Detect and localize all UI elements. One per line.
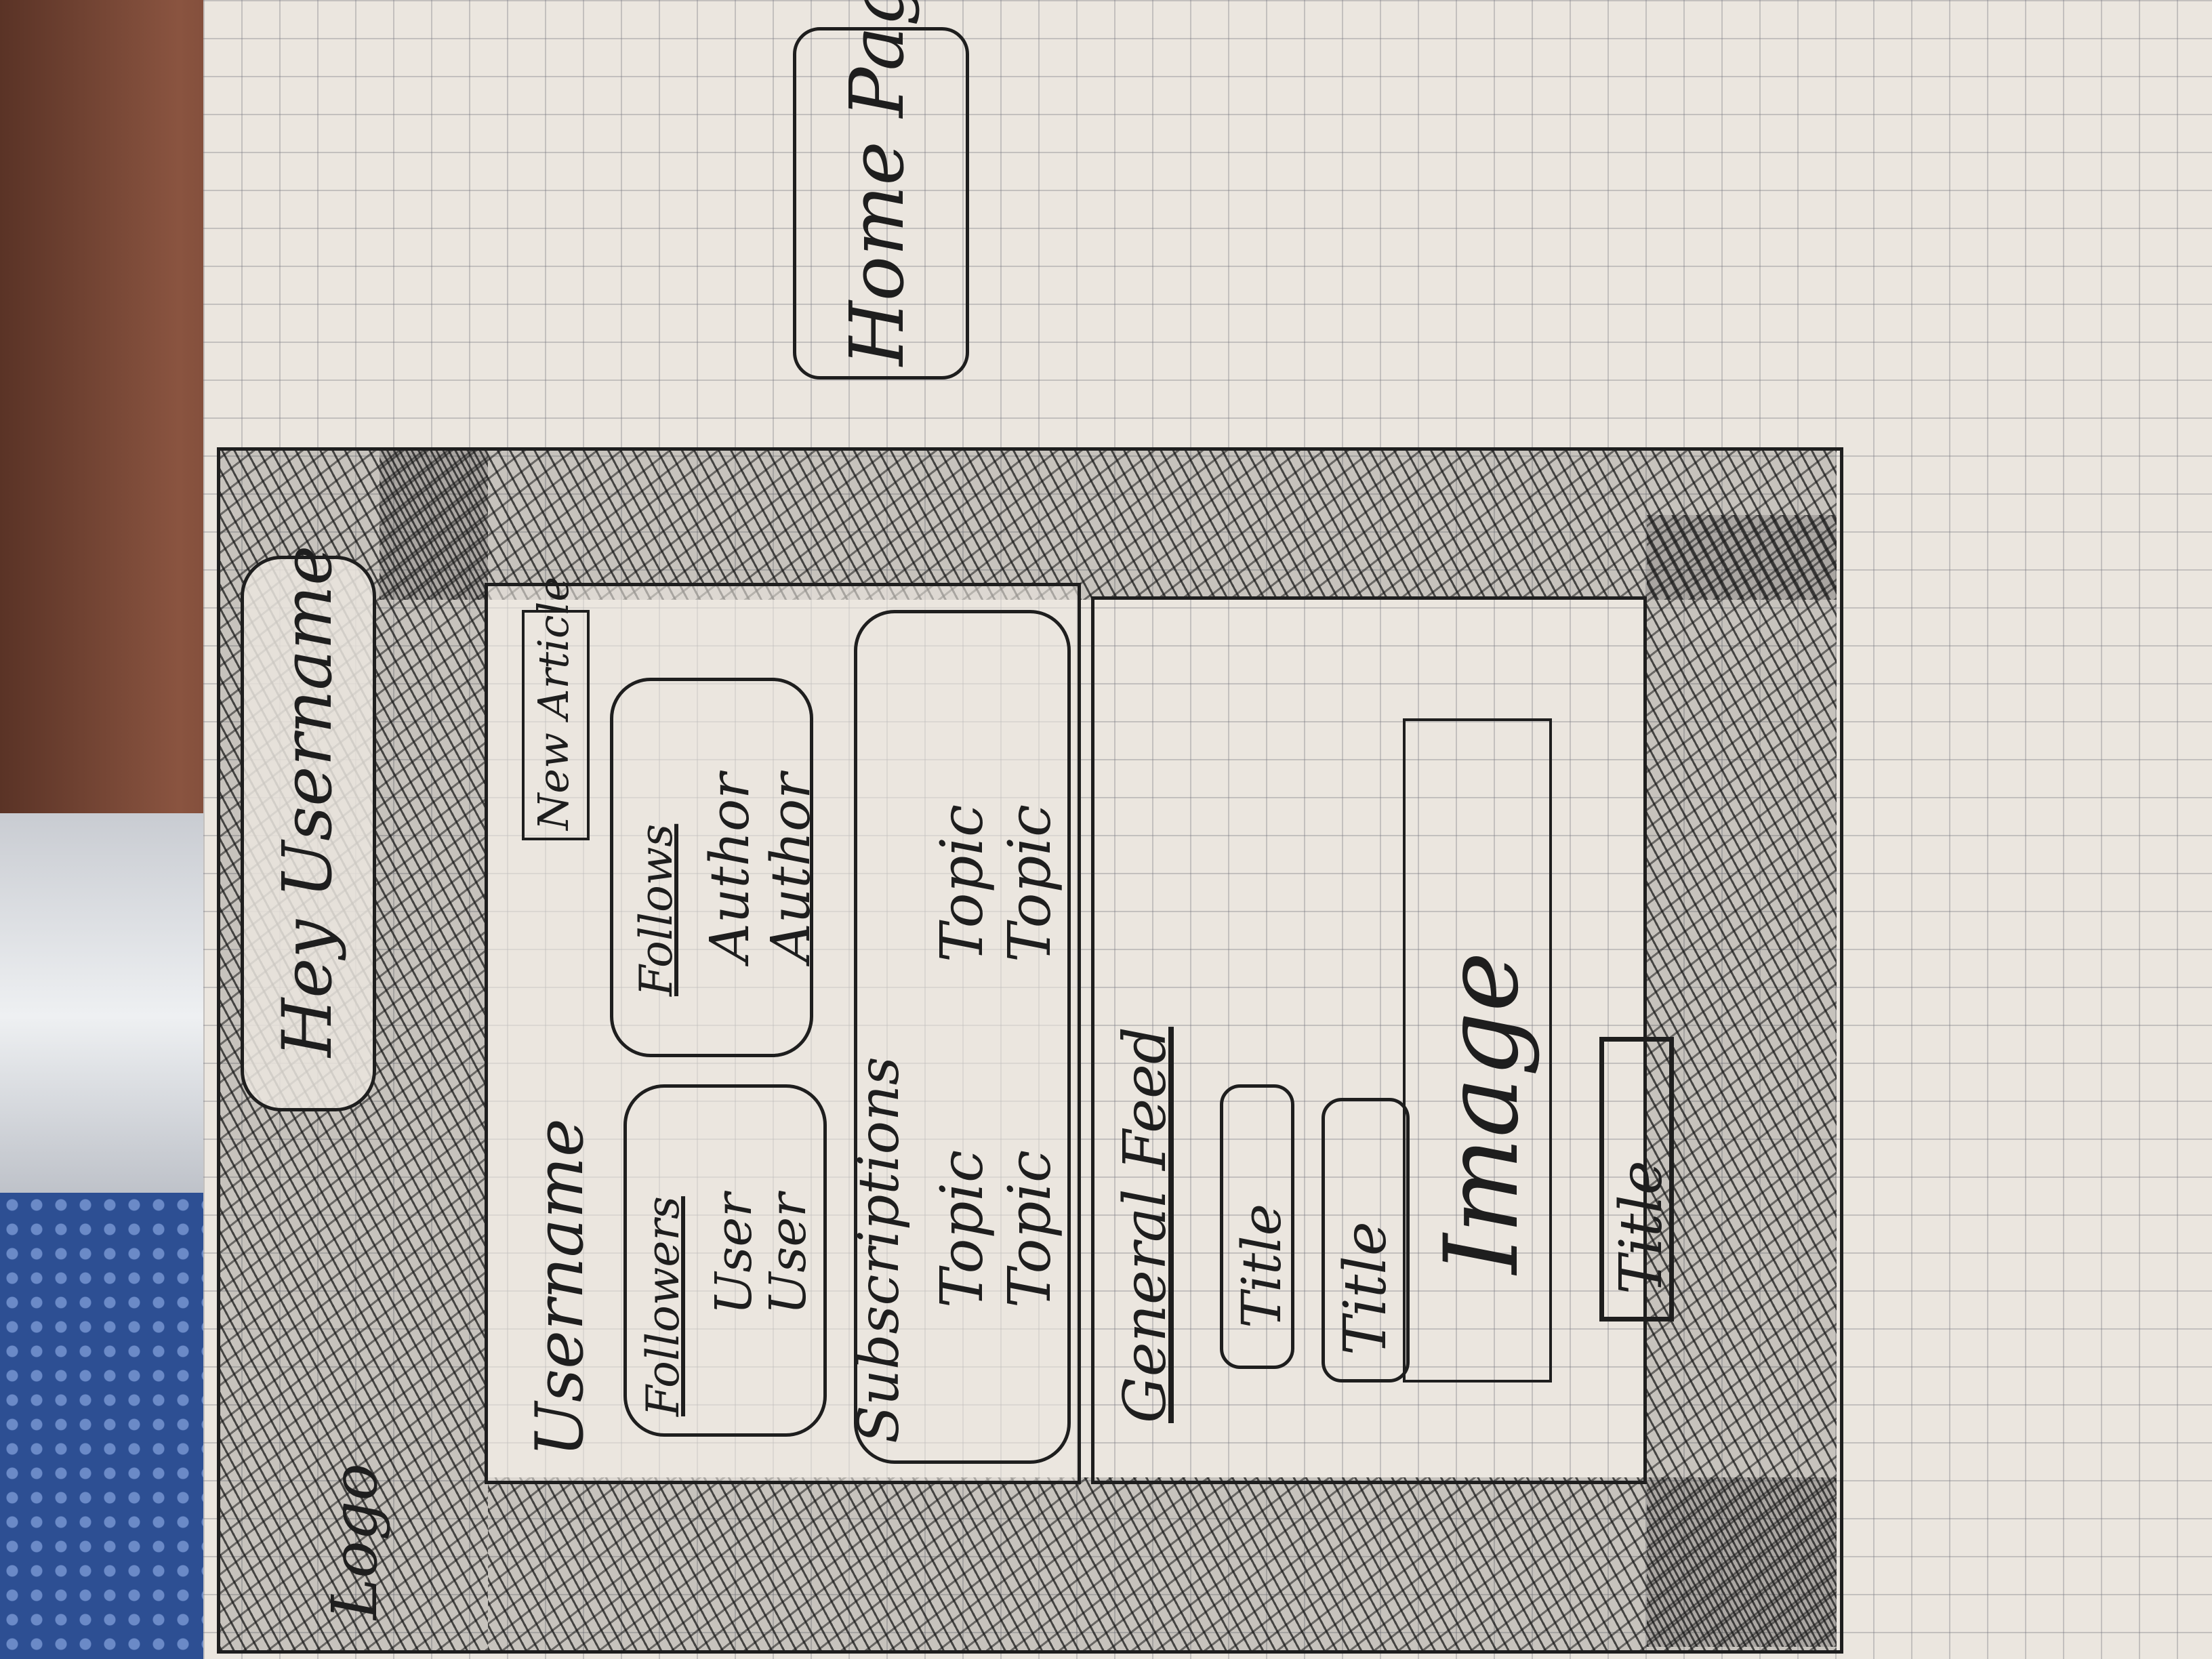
logo: Logo	[319, 1463, 391, 1620]
article-image-label: Image	[1423, 951, 1541, 1274]
sidebar-username: Username	[522, 1118, 598, 1457]
followers-label: Followers	[637, 1196, 689, 1416]
bottom-band	[488, 1477, 1837, 1650]
topic-1[interactable]: Topic	[928, 1150, 996, 1308]
subscriptions-label: Subscriptions	[847, 1057, 912, 1443]
follows-author-2[interactable]: Author	[759, 773, 822, 962]
topic-3[interactable]: Topic	[928, 804, 996, 962]
followers-user-1[interactable]: User	[705, 1193, 763, 1315]
follows-author-1[interactable]: Author	[698, 773, 761, 962]
page-title: Home Page	[834, 0, 920, 366]
follows-label: Follows	[630, 823, 682, 996]
topic-2[interactable]: Topic	[996, 1150, 1064, 1308]
top-band	[380, 451, 1837, 600]
new-article-label: New Article	[529, 576, 578, 830]
feed-label: General Feed	[1111, 1027, 1179, 1423]
feed-card-2-title: Title	[1332, 1221, 1399, 1355]
followers-user-2[interactable]: User	[759, 1193, 817, 1315]
greeting[interactable]: Hey Username	[268, 546, 347, 1057]
topic-4[interactable]: Topic	[996, 804, 1064, 962]
feed-card-1-title: Title	[1230, 1203, 1293, 1328]
article-title: Title	[1607, 1160, 1675, 1294]
